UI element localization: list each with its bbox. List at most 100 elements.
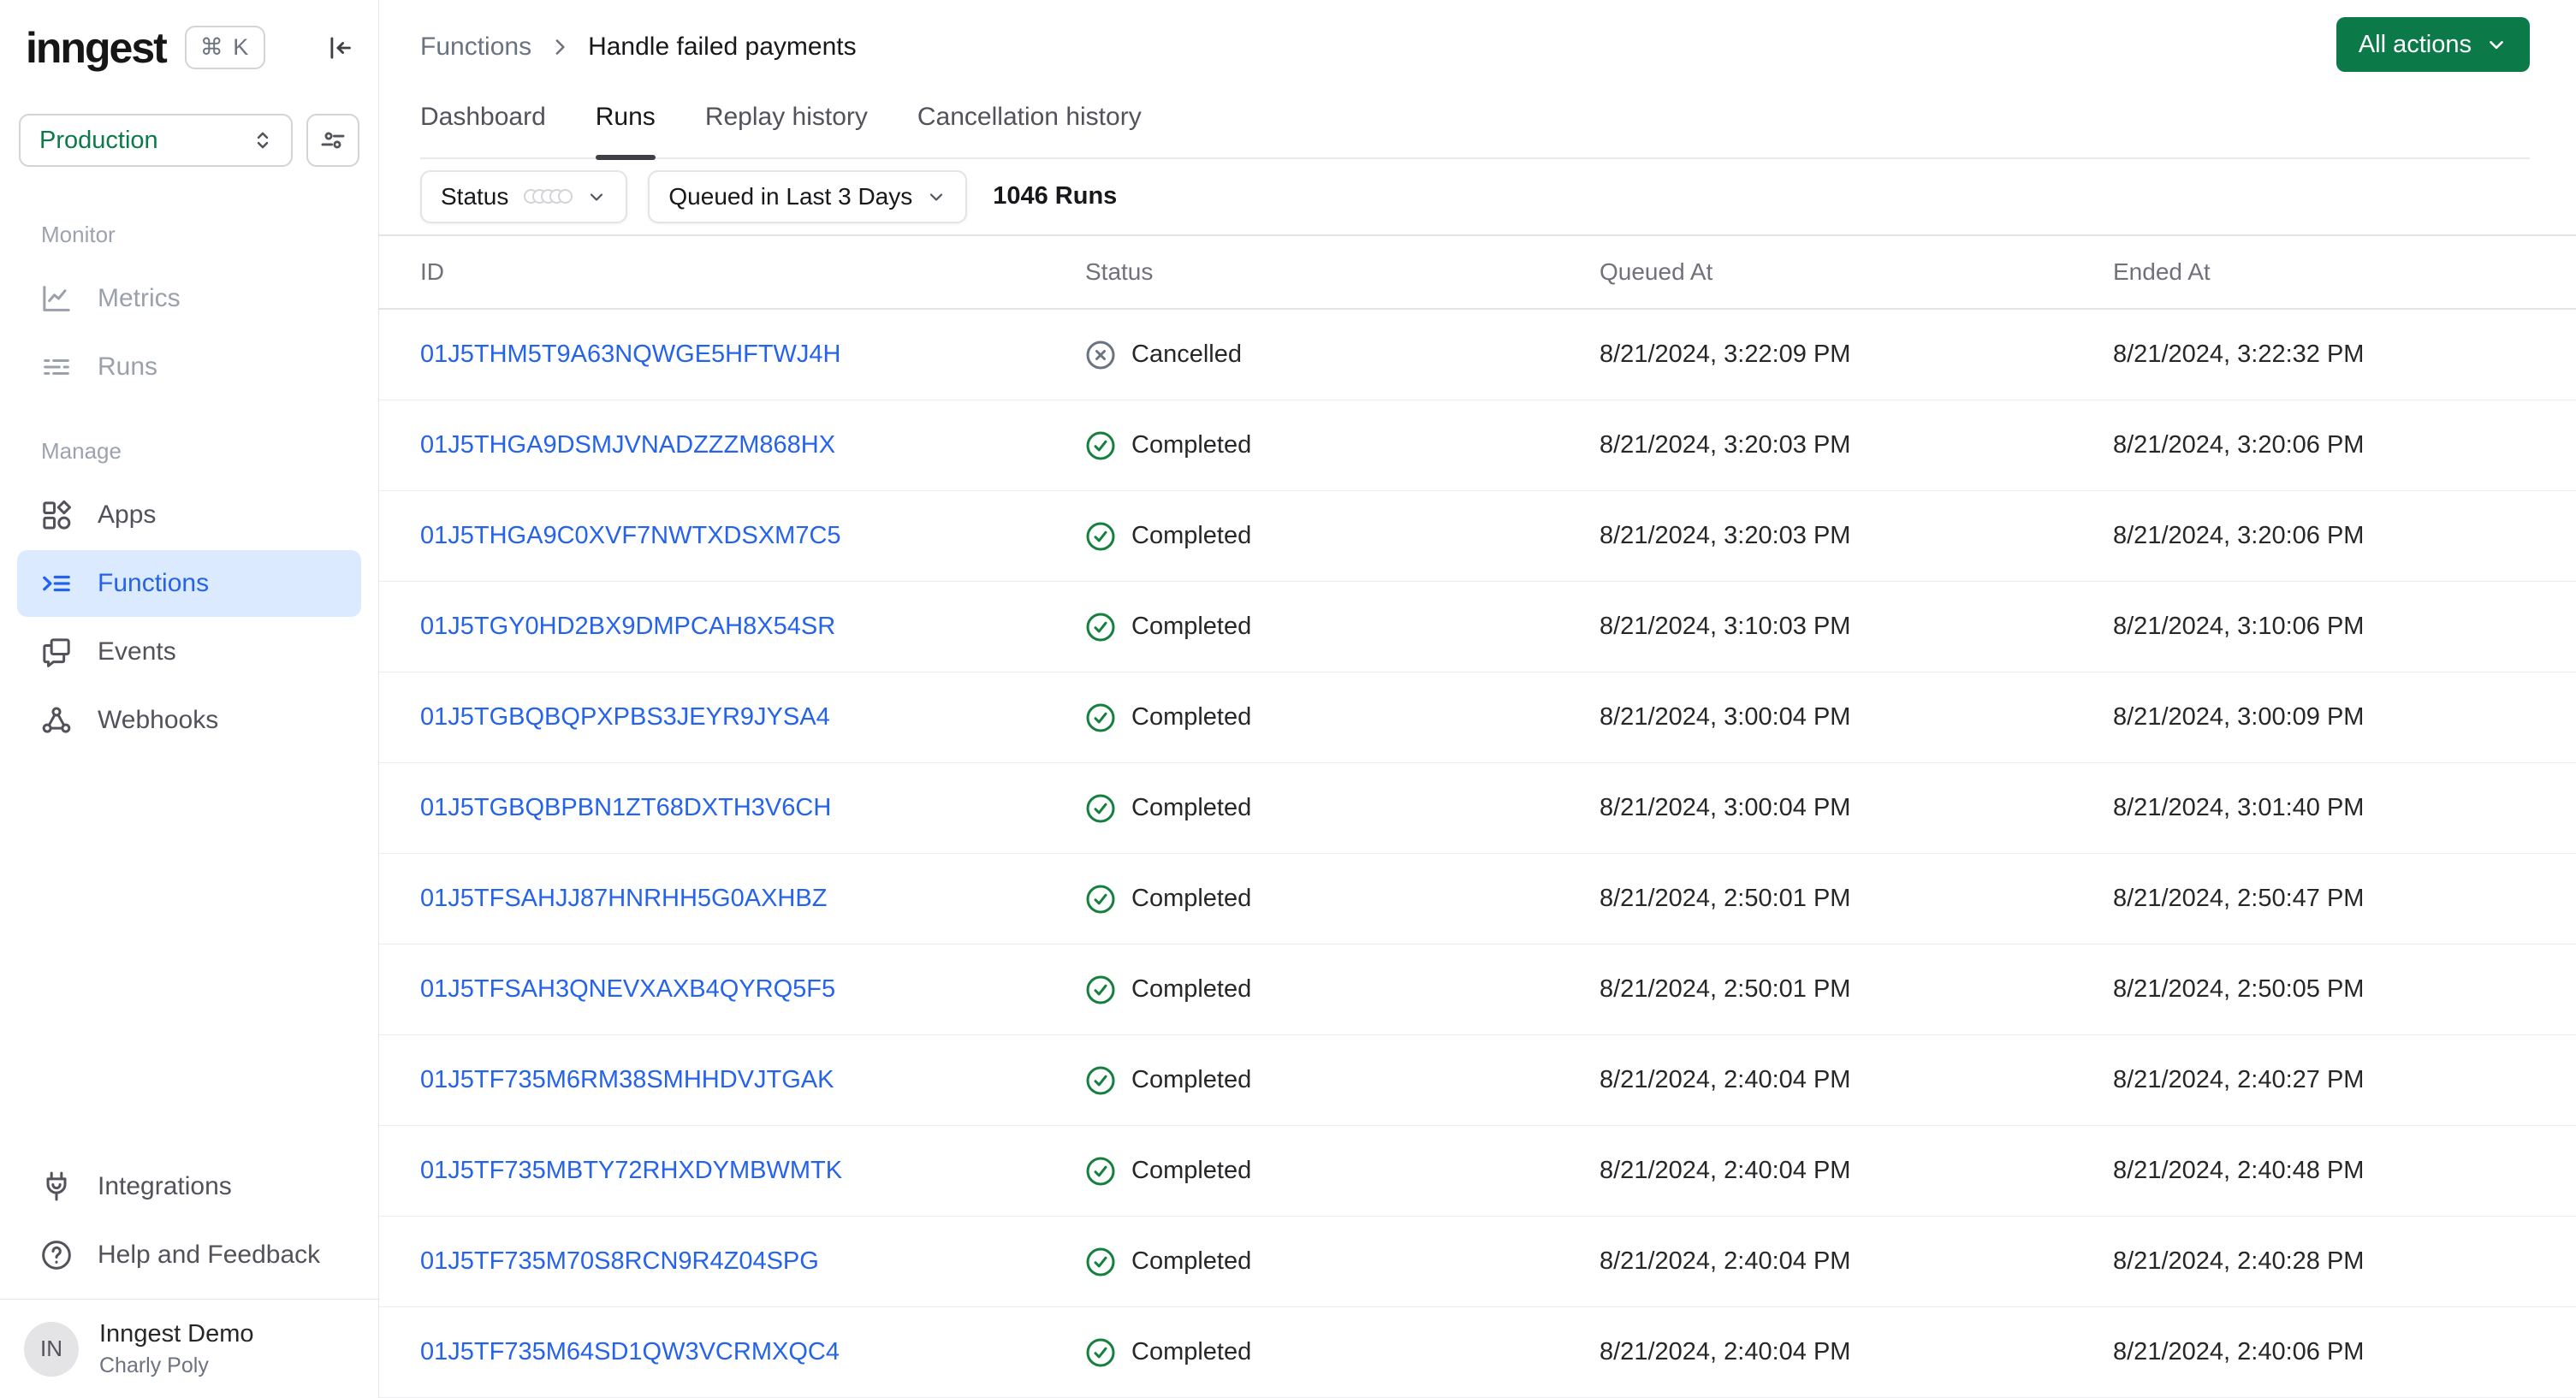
- runs-count: 1046 Runs: [993, 182, 1118, 210]
- run-status-cell: Completed: [1085, 1156, 1600, 1187]
- environment-filter-button[interactable]: [306, 114, 359, 167]
- breadcrumb-functions-link[interactable]: Functions: [420, 33, 531, 62]
- table-row[interactable]: 01J5THM5T9A63NQWGE5HFTWJ4H Cancelled 8/2…: [379, 310, 2576, 400]
- completed-check-icon: [1085, 793, 1116, 824]
- run-id-link[interactable]: 01J5THM5T9A63NQWGE5HFTWJ4H: [420, 341, 841, 368]
- collapse-sidebar-button[interactable]: [322, 32, 354, 64]
- table-row[interactable]: 01J5TFSAHJJ87HNRHH5G0AXHBZ Completed 8/2…: [379, 854, 2576, 945]
- sidebar-item-functions[interactable]: Functions: [17, 550, 361, 617]
- chevron-right-icon: [547, 34, 573, 60]
- apps-shapes-icon: [39, 498, 74, 532]
- run-id-link[interactable]: 01J5TGBQBQPXPBS3JEYR9JYSA4: [420, 703, 830, 731]
- run-id-cell: 01J5TGY0HD2BX9DMPCAH8X54SR: [420, 613, 1085, 641]
- runs-table-body: 01J5THM5T9A63NQWGE5HFTWJ4H Cancelled 8/2…: [379, 310, 2576, 1398]
- run-id-link[interactable]: 01J5TFSAHJJ87HNRHH5G0AXHBZ: [420, 885, 827, 912]
- run-ended-at: 8/21/2024, 2:40:06 PM: [2113, 1338, 2365, 1365]
- status-filter-label: Status: [441, 182, 509, 210]
- sidebar-item-label: Webhooks: [98, 706, 219, 734]
- run-ended-at: 8/21/2024, 2:50:05 PM: [2113, 975, 2365, 1003]
- run-ended-at: 8/21/2024, 3:22:32 PM: [2113, 341, 2365, 368]
- run-id-link[interactable]: 01J5TF735M70S8RCN9R4Z04SPG: [420, 1247, 819, 1275]
- table-row[interactable]: 01J5TF735M6RM38SMHHDVJTGAK Completed 8/2…: [379, 1035, 2576, 1126]
- sidebar-item-metrics[interactable]: Metrics: [17, 265, 361, 332]
- page-header: Functions Handle failed payments All act…: [379, 0, 2576, 160]
- run-status-cell: Completed: [1085, 1065, 1600, 1096]
- table-row[interactable]: 01J5TGBQBQPXPBS3JEYR9JYSA4 Completed 8/2…: [379, 672, 2576, 763]
- environment-select[interactable]: Production: [19, 114, 293, 167]
- run-status-cell: Completed: [1085, 702, 1600, 733]
- sidebar-item-help-feedback[interactable]: Help and Feedback: [17, 1222, 361, 1288]
- run-id-link[interactable]: 01J5THGA9DSMJVNADZZZM868HX: [420, 431, 835, 459]
- completed-check-icon: [1085, 974, 1116, 1005]
- table-row[interactable]: 01J5TGY0HD2BX9DMPCAH8X54SR Completed 8/2…: [379, 582, 2576, 672]
- run-queued-at: 8/21/2024, 2:40:04 PM: [1600, 1157, 1851, 1184]
- table-row[interactable]: 01J5TF735MBTY72RHXDYMBWMTK Completed 8/2…: [379, 1126, 2576, 1217]
- run-status-label: Completed: [1131, 1247, 1252, 1275]
- run-status-label: Completed: [1131, 794, 1252, 821]
- run-ended-at: 8/21/2024, 2:40:48 PM: [2113, 1157, 2365, 1184]
- run-queued-at: 8/21/2024, 3:00:04 PM: [1600, 794, 1851, 821]
- nav-section-manage: Manage: [41, 438, 122, 464]
- table-row[interactable]: 01J5THGA9DSMJVNADZZZM868HX Completed 8/2…: [379, 400, 2576, 491]
- sidebar-nav: Monitor Metrics Runs Manage Apps Functio…: [0, 206, 378, 766]
- sidebar-item-label: Apps: [98, 501, 157, 529]
- command-palette-shortcut[interactable]: ⌘ K: [184, 26, 266, 69]
- run-status-label: Completed: [1131, 1066, 1252, 1093]
- user-org: Inngest Demo: [99, 1319, 254, 1348]
- run-queued-at: 8/21/2024, 2:40:04 PM: [1600, 1338, 1851, 1365]
- table-row[interactable]: 01J5TF735M64SD1QW3VCRMXQC4 Completed 8/2…: [379, 1307, 2576, 1398]
- column-header-status: Status: [1085, 258, 1154, 285]
- run-id-link[interactable]: 01J5TGY0HD2BX9DMPCAH8X54SR: [420, 613, 835, 640]
- all-actions-button[interactable]: All actions: [2336, 17, 2530, 72]
- run-status-cell: Completed: [1085, 612, 1600, 643]
- table-row[interactable]: 01J5TGBQBPBN1ZT68DXTH3V6CH Completed 8/2…: [379, 763, 2576, 854]
- status-filter[interactable]: Status: [420, 169, 628, 223]
- sidebar-header: inngest ⌘ K: [0, 0, 378, 69]
- run-id-link[interactable]: 01J5TF735MBTY72RHXDYMBWMTK: [420, 1157, 842, 1184]
- run-status-cell: Completed: [1085, 1247, 1600, 1277]
- run-id-link[interactable]: 01J5TF735M6RM38SMHHDVJTGAK: [420, 1066, 834, 1093]
- sidebar: inngest ⌘ K Production Monitor Metrics R…: [0, 0, 379, 1398]
- page-title: Handle failed payments: [588, 33, 857, 61]
- cancelled-x-icon: [1085, 340, 1116, 370]
- tab-cancellation-history[interactable]: Cancellation history: [917, 103, 1142, 157]
- run-queued-at: 8/21/2024, 2:50:01 PM: [1600, 885, 1851, 912]
- run-id-cell: 01J5TF735M70S8RCN9R4Z04SPG: [420, 1247, 1085, 1276]
- tab-replay-history[interactable]: Replay history: [705, 103, 868, 157]
- collapse-sidebar-icon: [322, 32, 354, 64]
- run-ended-at: 8/21/2024, 2:40:27 PM: [2113, 1066, 2365, 1093]
- run-queued-at: 8/21/2024, 3:00:04 PM: [1600, 703, 1851, 731]
- sidebar-item-apps[interactable]: Apps: [17, 482, 361, 548]
- table-header: ID Status Queued At Ended At: [379, 236, 2576, 310]
- run-ended-at: 8/21/2024, 3:01:40 PM: [2113, 794, 2365, 821]
- tab-runs[interactable]: Runs: [595, 103, 656, 160]
- inngest-logo[interactable]: inngest: [26, 27, 168, 69]
- run-status-label: Completed: [1131, 431, 1252, 459]
- run-status-label: Completed: [1131, 1157, 1252, 1184]
- run-queued-at: 8/21/2024, 3:20:03 PM: [1600, 522, 1851, 549]
- run-id-cell: 01J5THM5T9A63NQWGE5HFTWJ4H: [420, 341, 1085, 369]
- run-status-label: Cancelled: [1131, 341, 1242, 368]
- run-queued-at: 8/21/2024, 3:10:03 PM: [1600, 613, 1851, 640]
- user-menu[interactable]: IN Inngest Demo Charly Poly: [0, 1299, 378, 1398]
- sidebar-item-runs[interactable]: Runs: [17, 334, 361, 400]
- completed-check-icon: [1085, 1247, 1116, 1277]
- table-row[interactable]: 01J5TFSAH3QNEVXAXB4QYRQ5F5 Completed 8/2…: [379, 945, 2576, 1035]
- run-ended-at: 8/21/2024, 2:50:47 PM: [2113, 885, 2365, 912]
- table-row[interactable]: 01J5THGA9C0XVF7NWTXDSXM7C5 Completed 8/2…: [379, 491, 2576, 582]
- run-id-link[interactable]: 01J5TGBQBPBN1ZT68DXTH3V6CH: [420, 794, 831, 821]
- table-row[interactable]: 01J5TF735M70S8RCN9R4Z04SPG Completed 8/2…: [379, 1217, 2576, 1307]
- run-queued-at: 8/21/2024, 3:20:03 PM: [1600, 431, 1851, 459]
- run-queued-at: 8/21/2024, 2:40:04 PM: [1600, 1247, 1851, 1275]
- run-id-link[interactable]: 01J5TF735M64SD1QW3VCRMXQC4: [420, 1338, 840, 1365]
- time-range-filter[interactable]: Queued in Last 3 Days: [648, 169, 968, 223]
- sidebar-item-integrations[interactable]: Integrations: [17, 1153, 361, 1220]
- run-id-link[interactable]: 01J5TFSAH3QNEVXAXB4QYRQ5F5: [420, 975, 835, 1003]
- metrics-chart-icon: [39, 281, 74, 316]
- environment-select-value: Production: [39, 126, 158, 154]
- filter-bar: Status Queued in Last 3 Days 1046 Runs: [379, 159, 2576, 236]
- tab-dashboard[interactable]: Dashboard: [420, 103, 546, 157]
- sidebar-item-events[interactable]: Events: [17, 619, 361, 685]
- sidebar-item-webhooks[interactable]: Webhooks: [17, 687, 361, 754]
- run-id-link[interactable]: 01J5THGA9C0XVF7NWTXDSXM7C5: [420, 522, 841, 549]
